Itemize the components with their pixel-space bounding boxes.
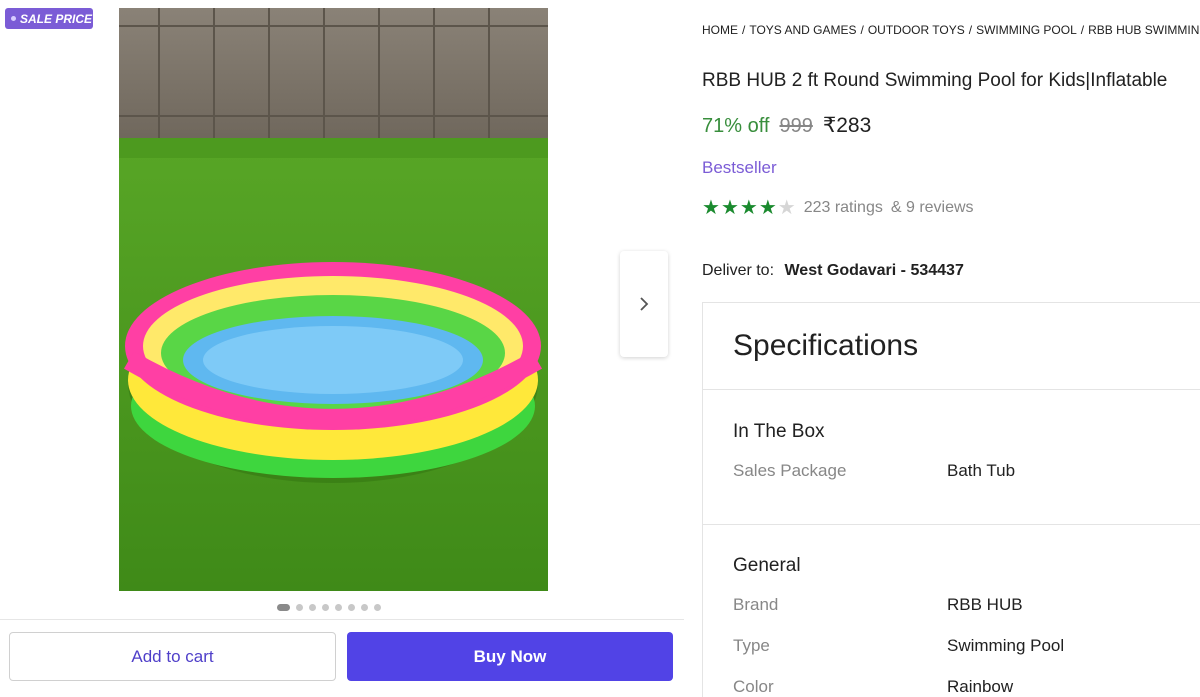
pagination-dot[interactable] [335, 604, 342, 611]
spec-row: Color Rainbow [733, 677, 1193, 697]
price-row: 71% off 999 ₹283 [702, 113, 871, 138]
sale-price-label: SALE PRICE [20, 11, 93, 26]
breadcrumb-item[interactable]: TOYS AND GAMES [749, 23, 856, 37]
product-image[interactable] [119, 8, 548, 591]
spec-group-general: General Brand RBB HUB Type Swimming Pool… [703, 525, 1200, 697]
pagination-dot[interactable] [277, 604, 290, 611]
spec-key: Type [733, 636, 770, 655]
add-to-cart-button[interactable]: Add to cart [9, 632, 336, 681]
spec-row: Brand RBB HUB [733, 595, 1193, 615]
action-bar: Add to cart Buy Now [0, 619, 684, 697]
pagination-dot[interactable] [296, 604, 303, 611]
breadcrumb: HOME / TOYS AND GAMES / OUTDOOR TOYS / SWIMMIN… [702, 23, 1200, 37]
spec-key: Color [733, 677, 774, 696]
specifications-heading: Specifications [703, 303, 1200, 390]
spec-value: Rainbow [947, 677, 1014, 696]
badge-dot-icon [11, 16, 16, 21]
ratings-count[interactable]: 223 ratings [804, 199, 883, 217]
star-empty-icon: ★ [777, 197, 796, 219]
spec-value: Bath Tub [947, 461, 1016, 480]
gallery-pagination [277, 604, 381, 611]
spec-group-in-the-box: In The Box Sales Package Bath Tub [703, 391, 1200, 525]
star-icon: ★ [758, 197, 777, 219]
bestseller-tag: Bestseller [702, 158, 777, 177]
spec-group-title: In The Box [733, 421, 825, 442]
star-icon: ★ [739, 197, 758, 219]
star-icon: ★ [702, 197, 720, 219]
delivery-location[interactable]: Deliver to: West Godavari - 534437 [702, 262, 964, 280]
buy-now-button[interactable]: Buy Now [347, 632, 673, 681]
sale-price-badge: SALE PRICE [5, 8, 93, 29]
product-title: RBB HUB 2 ft Round Swimming Pool for Kid… [702, 70, 1168, 91]
deliver-address[interactable]: West Godavari - 534437 [784, 262, 963, 279]
pagination-dot[interactable] [322, 604, 329, 611]
spec-key: Brand [733, 595, 779, 614]
chevron-right-icon [640, 297, 649, 311]
breadcrumb-item[interactable]: SWIMMING POOL [976, 23, 1077, 37]
breadcrumb-item[interactable]: HOME [702, 23, 738, 37]
specifications-card: Specifications In The Box Sales Package … [702, 302, 1200, 697]
discount-percent: 71% off [702, 115, 770, 137]
star-rating: ★ ★ ★ ★ ★ [702, 198, 796, 218]
original-price: 999 [779, 115, 813, 137]
pagination-dot[interactable] [361, 604, 368, 611]
pagination-dot[interactable] [309, 604, 316, 611]
spec-value: RBB HUB [947, 595, 1023, 614]
star-icon: ★ [720, 197, 739, 219]
spec-row: Sales Package Bath Tub [733, 461, 1193, 481]
rating-row[interactable]: ★ ★ ★ ★ ★ 223 ratings & 9 reviews [702, 198, 974, 218]
breadcrumb-item[interactable]: OUTDOOR TOYS [868, 23, 965, 37]
deliver-label: Deliver to: [702, 262, 775, 279]
spec-value: Swimming Pool [947, 636, 1065, 655]
spec-key: Sales Package [733, 461, 847, 480]
pool-photo [119, 8, 548, 591]
next-image-button[interactable] [620, 251, 668, 357]
breadcrumb-item[interactable]: RBB HUB SWIMMING [1088, 23, 1200, 37]
pagination-dot[interactable] [348, 604, 355, 611]
reviews-count[interactable]: & 9 reviews [891, 199, 974, 217]
pagination-dot[interactable] [374, 604, 381, 611]
spec-group-title: General [733, 555, 801, 576]
selling-price: ₹283 [822, 114, 872, 137]
spec-row: Type Swimming Pool [733, 636, 1193, 656]
